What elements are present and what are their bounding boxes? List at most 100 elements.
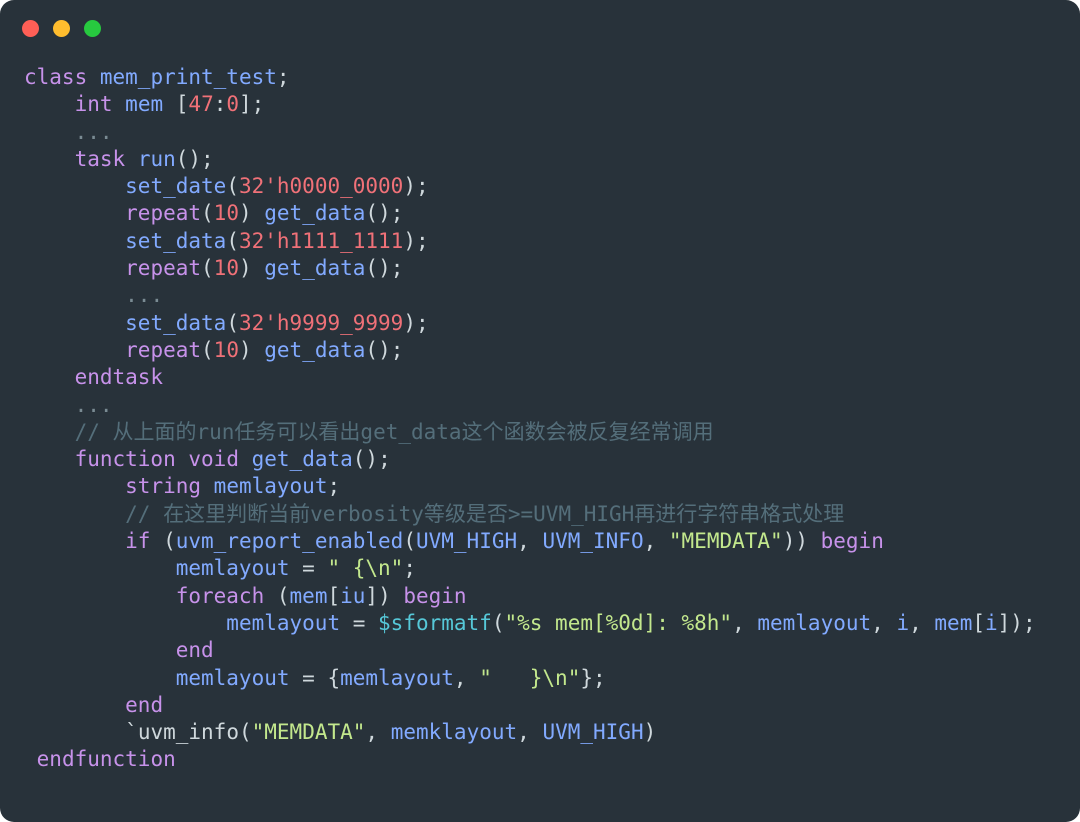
token-string: "%s mem[%0d]: %8h" <box>504 610 733 635</box>
token-punct: ) <box>643 720 657 745</box>
token-keyword: repeat <box>125 256 202 281</box>
token-argument: UVM_HIGH <box>542 720 644 745</box>
token-index: iu <box>340 583 366 608</box>
token-argument: memklayout <box>390 720 518 745</box>
token-punct: ]); <box>997 610 1036 635</box>
token-comment: // 在这里判断当前verbosity等级是否>=UVM_HIGH再进行字符串格… <box>125 501 845 526</box>
code-line: repeat(10) get_data(); <box>24 200 1080 227</box>
minimize-button-icon[interactable] <box>53 19 70 37</box>
token-function: get_data <box>264 201 366 226</box>
token-punct: ( <box>403 529 416 554</box>
token-punct: (); <box>175 146 214 171</box>
token-punct: ( <box>491 610 505 635</box>
maximize-button-icon[interactable] <box>84 19 101 37</box>
token-punct: ( <box>226 174 239 199</box>
token-keyword: if <box>125 529 151 554</box>
token-identifier: mem_print_test <box>99 65 277 89</box>
token-keyword: function <box>74 447 176 472</box>
token-ellipsis: ... <box>74 392 113 417</box>
token-keyword: endtask <box>74 365 164 390</box>
token-number: 32'h1111_1111 <box>238 228 404 253</box>
token-ellipsis: ... <box>125 283 164 308</box>
token-punct: ); <box>403 310 429 335</box>
token-string: "MEMDATA" <box>668 529 783 554</box>
token-punct: (); <box>365 337 404 362</box>
code-line: // 从上面的run任务可以看出get_data这个函数会被反复经常调用 <box>24 419 1080 446</box>
token-punct: , <box>909 610 935 635</box>
token-punct: (); <box>365 201 404 226</box>
token-punct: { <box>327 665 341 690</box>
token-operator: = <box>289 556 328 581</box>
token-number: 32'h9999_9999 <box>238 310 404 335</box>
code-line: set_date(32'h0000_0000); <box>24 173 1080 200</box>
close-button-icon[interactable] <box>22 19 39 37</box>
code-line: end <box>24 692 1080 719</box>
token-number: 47 <box>188 92 214 117</box>
token-punct: ( <box>150 529 176 554</box>
token-backtick: ` <box>125 720 138 745</box>
code-line: int mem [47:0]; <box>24 91 1080 118</box>
token-identifier: memlayout <box>175 556 290 581</box>
code-line: foreach (mem[iu]) begin <box>24 583 1080 610</box>
token-keyword: end <box>175 638 214 663</box>
token-ellipsis: ... <box>74 119 113 144</box>
code-line: endfunction <box>24 746 1080 773</box>
token-number: 0 <box>226 92 240 117</box>
token-punct: : <box>213 92 227 117</box>
token-punct: , <box>365 720 391 745</box>
token-identifier: run <box>137 146 176 171</box>
token-keyword: foreach <box>175 583 265 608</box>
token-number: 10 <box>213 256 239 281</box>
token-punct: , <box>517 720 543 745</box>
code-line: task run(); <box>24 146 1080 173</box>
code-line: memlayout = {memlayout, " }\n"}; <box>24 665 1080 692</box>
code-block[interactable]: class mem_print_test; int mem [47:0]; ..… <box>0 56 1080 774</box>
token-argument: UVM_HIGH <box>415 529 518 554</box>
code-window: class mem_print_test; int mem [47:0]; ..… <box>0 0 1080 822</box>
token-punct: ( <box>264 583 290 608</box>
token-punct: ); <box>403 228 429 253</box>
code-line: `uvm_info("MEMDATA", memklayout, UVM_HIG… <box>24 719 1080 746</box>
token-punct: ( <box>226 310 239 335</box>
token-macro-name: uvm_info <box>137 720 239 745</box>
token-punct: ( <box>201 256 214 281</box>
token-string: " {\n" <box>327 556 404 581</box>
token-identifier: mem <box>125 92 164 117</box>
token-punct: , <box>517 529 543 554</box>
token-function: uvm_report_enabled <box>175 529 404 554</box>
token-keyword: end <box>125 692 164 717</box>
token-keyword: repeat <box>125 337 202 362</box>
token-operator: = <box>340 610 379 635</box>
token-identifier: mem <box>289 583 328 608</box>
code-line: set_data(32'h1111_1111); <box>24 228 1080 255</box>
token-keyword: repeat <box>125 201 202 226</box>
code-line: class mem_print_test; <box>24 64 1080 91</box>
token-punct: [ <box>175 92 189 117</box>
token-punct: ) <box>238 256 265 281</box>
token-argument: mem <box>934 610 973 635</box>
token-identifier: get_data <box>251 447 353 472</box>
token-function: set_date <box>125 174 227 199</box>
token-punct: , <box>643 529 669 554</box>
code-line: repeat(10) get_data(); <box>24 337 1080 364</box>
token-builtin: $sformatf <box>378 610 492 635</box>
